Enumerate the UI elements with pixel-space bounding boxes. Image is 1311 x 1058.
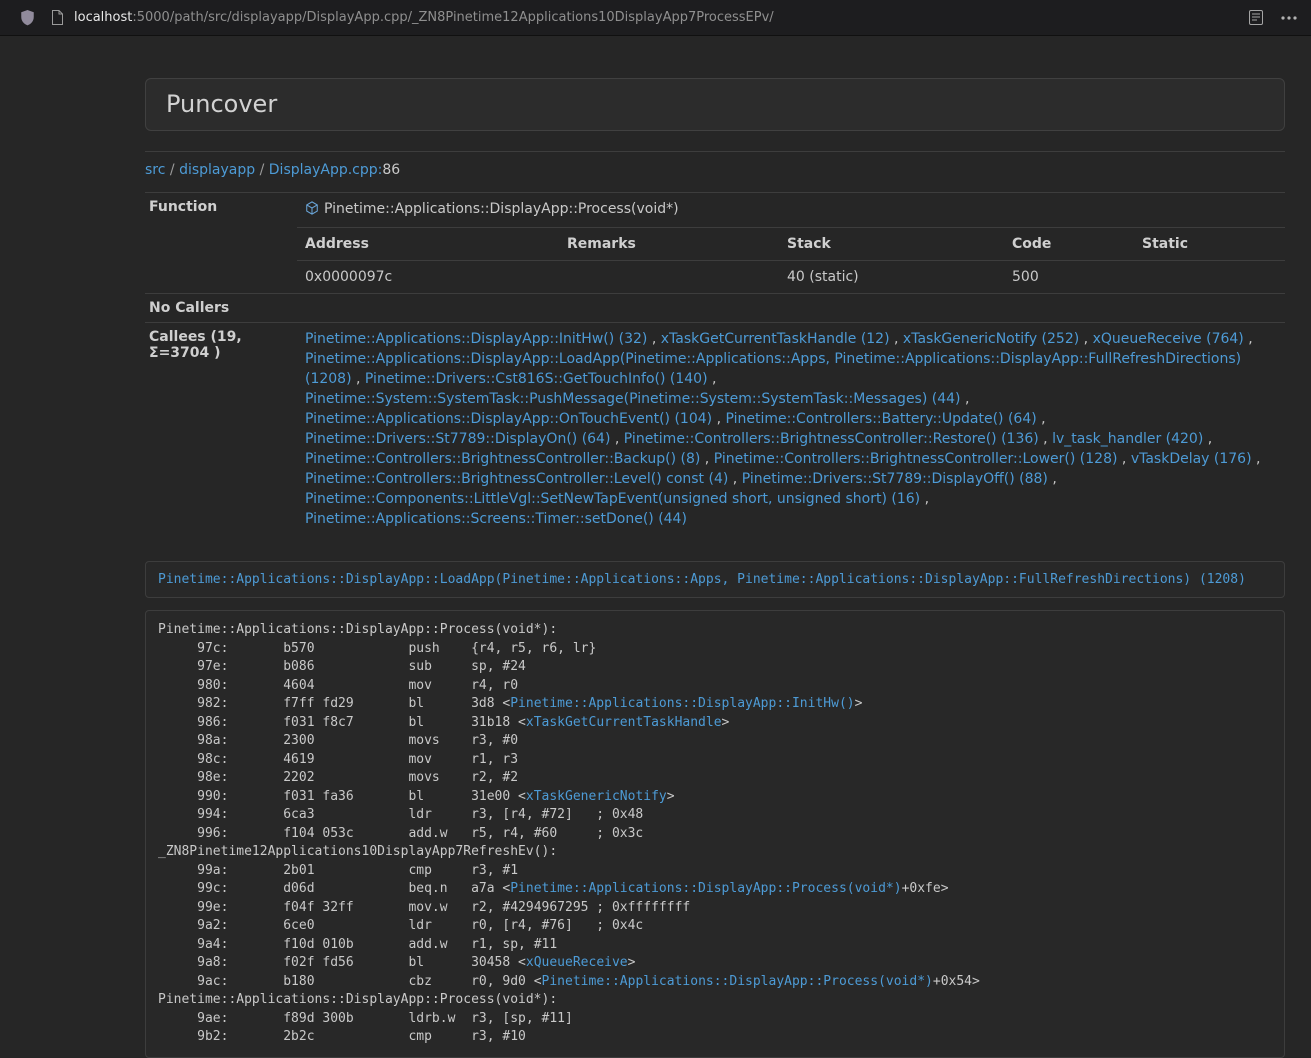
disassembly-symbol-link[interactable]: xTaskGetCurrentTaskHandle [526,715,722,730]
reader-mode-icon[interactable] [1249,10,1263,25]
shield-icon[interactable] [20,9,35,26]
menu-icon[interactable] [1281,16,1297,20]
callee-link[interactable]: Pinetime::Drivers::St7789::DisplayOn() (… [305,431,610,447]
stats-value [1134,261,1285,294]
callee-link[interactable]: xQueueReceive (764) [1093,331,1244,347]
callees-row: Callees (19, Σ=3704 ) Pinetime::Applicat… [145,323,1285,536]
stats-header: Static [1134,228,1285,261]
callee-link[interactable]: Pinetime::Drivers::St7789::DisplayOff() … [742,471,1048,487]
disassembly-symbol-link[interactable]: Pinetime::Applications::DisplayApp::Proc… [542,974,933,989]
breadcrumb-link[interactable]: displayapp [179,162,255,178]
breadcrumb-separator: / [255,162,269,178]
callee-link[interactable]: Pinetime::Controllers::Battery::Update()… [725,411,1036,427]
callee-link[interactable]: Pinetime::Controllers::BrightnessControl… [305,451,700,467]
breadcrumb-link[interactable]: DisplayApp.cpp: [269,162,383,178]
function-name: Pinetime::Applications::DisplayApp::Proc… [324,201,679,217]
disassembly-symbol-link[interactable]: xTaskGenericNotify [526,789,667,804]
callee-link[interactable]: Pinetime::Applications::DisplayApp::Init… [305,331,647,347]
stats-value: 0x0000097c [297,261,559,294]
callee-link[interactable]: Pinetime::Components::LittleVgl::SetNewT… [305,491,920,507]
stats-header: Stack [779,228,1004,261]
stats-value [559,261,779,294]
stats-header: Address [297,228,559,261]
url-bar[interactable]: localhost:5000/path/src/displayapp/Displ… [74,10,1249,25]
callee-link[interactable]: Pinetime::Controllers::BrightnessControl… [305,471,728,487]
highlighted-symbol-link[interactable]: Pinetime::Applications::DisplayApp::Load… [158,572,1246,587]
breadcrumb-separator: / [165,162,179,178]
function-row: Function Pinetime::Applications::Display… [145,193,1285,228]
breadcrumb-link[interactable]: src [145,162,165,178]
callee-link[interactable]: vTaskDelay (176) [1131,451,1252,467]
disassembly-pre: Pinetime::Applications::DisplayApp::Proc… [158,621,1272,1047]
no-callers-label: No Callers [145,294,297,323]
callee-link[interactable]: Pinetime::Controllers::BrightnessControl… [624,431,1039,447]
function-icon [305,201,319,221]
symbol-table: Function Pinetime::Applications::Display… [145,192,1285,535]
stats-table: AddressRemarksStackCodeStatic 0x0000097c… [297,228,1285,293]
page-icon[interactable] [51,10,64,25]
callee-link[interactable]: Pinetime::Drivers::Cst816S::GetTouchInfo… [365,371,708,387]
stats-value: 500 [1004,261,1134,294]
disassembly-box: Pinetime::Applications::DisplayApp::Proc… [145,610,1285,1058]
stats-row: AddressRemarksStackCodeStatic 0x0000097c… [145,228,1285,294]
callee-link[interactable]: Pinetime::Applications::Screens::Timer::… [305,511,687,527]
disassembly-symbol-link[interactable]: Pinetime::Applications::DisplayApp::Init… [510,696,854,711]
stats-header: Remarks [559,228,779,261]
disassembly-symbol-link[interactable]: xQueueReceive [526,955,628,970]
main-content: Puncover src / displayapp / DisplayApp.c… [145,78,1285,1058]
puncover-header-panel: Puncover [145,78,1285,131]
stats-header-row: AddressRemarksStackCodeStatic [297,228,1285,261]
callees-label: Callees (19, Σ=3704 ) [145,323,297,536]
stats-header: Code [1004,228,1134,261]
browser-chrome: localhost:5000/path/src/displayapp/Displ… [0,0,1311,36]
url-path: :5000/path/src/displayapp/DisplayApp.cpp… [132,10,773,25]
callees-cell: Pinetime::Applications::DisplayApp::Init… [297,323,1285,536]
disassembly-symbol-link[interactable]: Pinetime::Applications::DisplayApp::Proc… [510,881,901,896]
page-title: Puncover [166,91,1264,118]
callee-link[interactable]: lv_task_handler (420) [1052,431,1203,447]
callee-link[interactable]: Pinetime::Controllers::BrightnessControl… [714,451,1118,467]
callee-link[interactable]: Pinetime::System::SystemTask::PushMessag… [305,391,961,407]
no-callers-row: No Callers [145,294,1285,323]
divider [145,151,1285,152]
stats-value-row: 0x0000097c 40 (static)500 [297,261,1285,294]
highlighted-symbol-box: Pinetime::Applications::DisplayApp::Load… [145,561,1285,598]
callee-link[interactable]: Pinetime::Applications::DisplayApp::OnTo… [305,411,712,427]
url-host: localhost [74,10,132,25]
function-label: Function [145,193,297,294]
callee-link[interactable]: xTaskGenericNotify (252) [903,331,1079,347]
stats-value: 40 (static) [779,261,1004,294]
callee-link[interactable]: xTaskGetCurrentTaskHandle (12) [661,331,890,347]
breadcrumb: src / displayapp / DisplayApp.cpp:86 [145,162,1285,178]
